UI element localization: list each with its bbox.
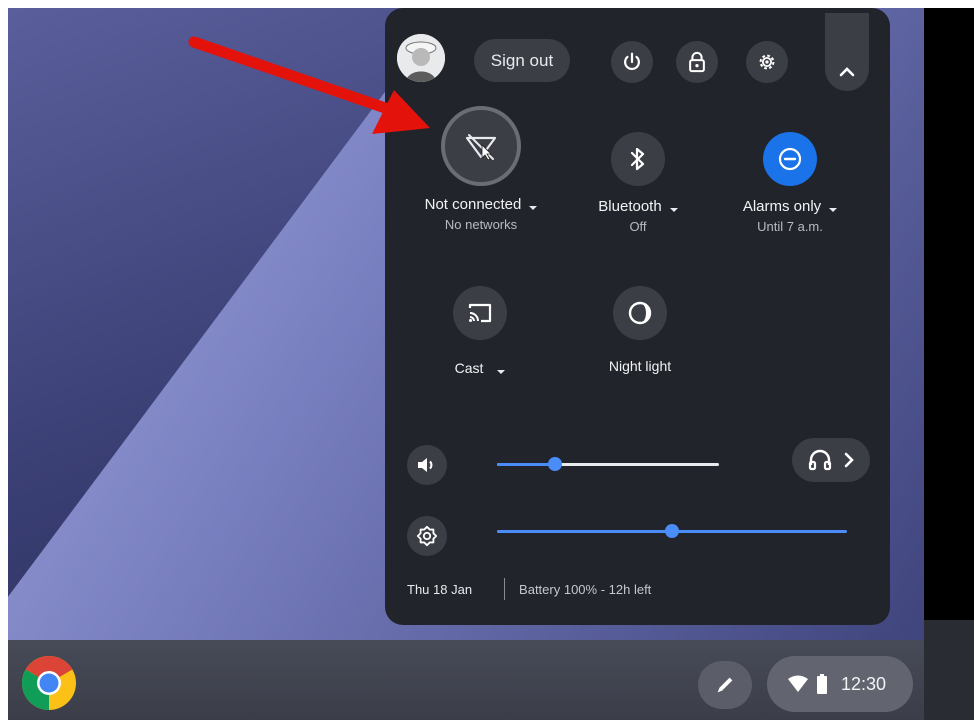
sign-out-label: Sign out bbox=[490, 50, 554, 70]
volume-slider-handle[interactable] bbox=[547, 457, 562, 471]
tile-do-not-disturb[interactable]: Alarms only Until 7 a.m. bbox=[725, 132, 855, 234]
user-avatar[interactable] bbox=[397, 34, 445, 82]
tile-bluetooth-label: Bluetooth bbox=[573, 198, 703, 215]
tile-night-light[interactable]: Night light bbox=[580, 286, 700, 374]
bluetooth-icon bbox=[630, 147, 645, 171]
network-toggle[interactable] bbox=[441, 106, 521, 186]
cast-icon bbox=[468, 303, 492, 323]
brightness-icon bbox=[416, 525, 438, 547]
stylus-tools-button[interactable] bbox=[698, 661, 752, 709]
lock-icon bbox=[689, 51, 705, 73]
stylus-icon bbox=[717, 677, 733, 693]
chrome-browser-icon[interactable] bbox=[20, 654, 78, 712]
audio-settings-button[interactable] bbox=[792, 438, 870, 482]
tile-cast-label: Cast bbox=[425, 360, 535, 376]
volume-slider-fill bbox=[497, 463, 555, 466]
cast-toggle[interactable] bbox=[453, 286, 507, 340]
wifi-icon bbox=[788, 675, 808, 692]
headphones-icon bbox=[808, 449, 832, 471]
dropdown-caret-icon[interactable] bbox=[669, 208, 678, 213]
tile-network-label: Not connected bbox=[411, 196, 551, 213]
brightness-button[interactable] bbox=[407, 516, 447, 556]
chevron-right-icon bbox=[844, 452, 854, 468]
brightness-slider-handle[interactable] bbox=[665, 524, 679, 538]
date-label[interactable]: Thu 18 Jan bbox=[407, 582, 472, 597]
footer-divider bbox=[504, 578, 506, 600]
tile-night-light-label: Night light bbox=[608, 358, 672, 374]
brightness-slider[interactable] bbox=[497, 524, 847, 538]
chevron-up-icon bbox=[839, 67, 855, 77]
tile-bluetooth[interactable]: Bluetooth Off bbox=[573, 132, 703, 234]
collapse-button[interactable] bbox=[825, 13, 869, 91]
tile-cast[interactable]: Cast bbox=[425, 286, 535, 376]
tile-do-not-disturb-label: Alarms only bbox=[725, 198, 855, 215]
power-button[interactable] bbox=[611, 41, 653, 83]
screen-edge bbox=[924, 8, 974, 620]
dropdown-caret-icon[interactable] bbox=[497, 370, 506, 375]
night-light-icon bbox=[628, 301, 652, 325]
tile-do-not-disturb-sublabel: Until 7 a.m. bbox=[757, 219, 823, 234]
tile-network[interactable]: Not connected No networks bbox=[411, 106, 551, 232]
dropdown-caret-icon[interactable] bbox=[529, 206, 538, 211]
sign-out-button[interactable]: Sign out bbox=[474, 39, 570, 82]
lock-button[interactable] bbox=[676, 41, 718, 83]
settings-button[interactable] bbox=[746, 41, 788, 83]
tile-bluetooth-sublabel: Off bbox=[629, 219, 647, 234]
mute-button[interactable] bbox=[407, 445, 447, 485]
bluetooth-toggle[interactable] bbox=[611, 132, 665, 186]
gear-icon bbox=[759, 54, 775, 70]
brightness-slider-fill bbox=[497, 530, 672, 533]
volume-slider[interactable] bbox=[497, 457, 719, 471]
clock-time: 12:30 bbox=[841, 673, 887, 694]
do-not-disturb-toggle[interactable] bbox=[763, 132, 817, 186]
system-tray[interactable]: 12:30 bbox=[767, 656, 913, 712]
tile-network-sublabel: No networks bbox=[444, 217, 518, 232]
wifi-off-icon bbox=[465, 134, 497, 161]
night-light-toggle[interactable] bbox=[613, 286, 667, 340]
do-not-disturb-icon bbox=[778, 147, 802, 171]
screen-edge-bottom bbox=[924, 620, 974, 720]
battery-icon bbox=[817, 674, 827, 694]
status-footer: Thu 18 Jan Battery 100% - 12h left bbox=[407, 578, 651, 600]
dropdown-caret-icon[interactable] bbox=[829, 208, 838, 213]
power-icon bbox=[624, 52, 640, 71]
volume-icon bbox=[418, 458, 433, 472]
battery-status[interactable]: Battery 100% - 12h left bbox=[519, 582, 651, 597]
quick-settings-panel: Sign out Not connected No networks Bluet… bbox=[385, 8, 890, 625]
avatar-image bbox=[397, 34, 445, 82]
